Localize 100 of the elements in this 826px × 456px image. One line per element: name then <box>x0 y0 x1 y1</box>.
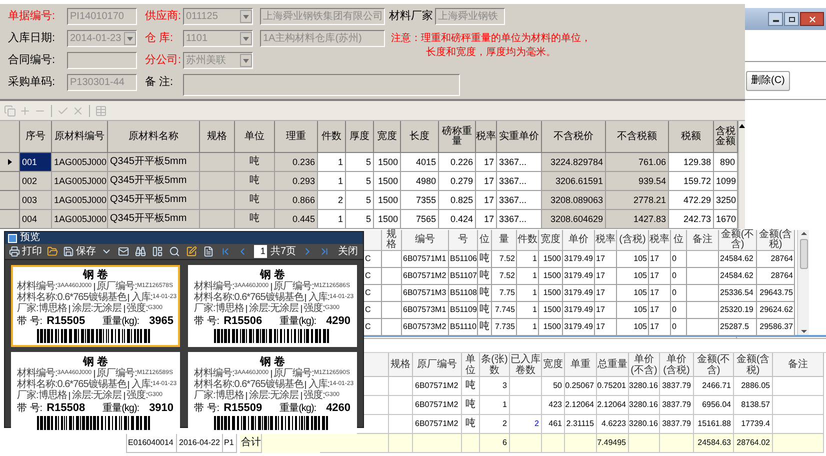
field-label: 重量(kg): <box>102 402 140 416</box>
table-cell: 939.54 <box>606 172 669 191</box>
table-cell: 17 <box>649 319 671 336</box>
field-label: 涂层: <box>248 390 270 401</box>
table-cell: 28764.02 <box>734 434 773 453</box>
field-label: 材料厂家 <box>389 8 434 24</box>
field-label: 材料编号: <box>17 368 58 379</box>
table-cell: 17 <box>476 210 497 229</box>
close-button[interactable]: 关闭 <box>335 244 361 259</box>
field-label: 入库: <box>308 379 330 390</box>
table-cell: Q345开平板5mm <box>108 172 200 191</box>
save-button[interactable]: 保存 <box>61 244 98 259</box>
field-label: 材料名称: <box>194 379 234 390</box>
table-cell: 3367... <box>497 210 542 229</box>
field-label: 入库日期: <box>8 30 56 46</box>
field-label: 入库: <box>131 379 153 390</box>
table-cell: 6 <box>480 434 510 453</box>
table-cell: 5 <box>346 210 374 229</box>
field-label: 厂家: <box>17 390 38 401</box>
table-cell: 105 <box>617 319 649 336</box>
field-label: 分公司: <box>145 53 182 68</box>
table-cell: 4980 <box>401 172 439 191</box>
table-cell: 1500 <box>539 319 563 336</box>
coil-number: R15508 <box>46 401 86 416</box>
page-count: 共7页 <box>270 244 296 259</box>
field-label: 原厂编号: <box>274 368 314 379</box>
table-cell: 5 <box>346 172 374 191</box>
table-cell: 1 <box>318 210 346 229</box>
field-value: 无涂层 <box>270 390 299 401</box>
field-label: 重量(kg): <box>102 314 140 329</box>
field-label: 材料名称: <box>17 292 58 303</box>
label-title: 钢 卷 <box>258 356 286 368</box>
table-cell: 17 <box>476 191 497 210</box>
table-cell: 7565 <box>401 210 439 229</box>
table-cell: Q345开平板5mm <box>108 191 200 210</box>
table-cell: 25287.5 <box>719 319 757 336</box>
delete-button[interactable]: 删除(C) <box>746 70 790 90</box>
print-button[interactable]: 打印 <box>7 244 44 259</box>
field-label: 合同编号: <box>8 53 56 68</box>
field-label: 仓 库: <box>145 30 174 46</box>
table-cell: 17 <box>595 319 617 336</box>
table-cell: 2 <box>318 191 346 210</box>
table-cell: 1427.83 <box>606 210 669 229</box>
table-cell: 1 <box>517 319 539 336</box>
table-cell: 吨 <box>235 153 275 172</box>
field-label: 材料名称: <box>194 292 234 303</box>
table-cell: 129.38 <box>669 153 714 172</box>
table-cell: Q345开平板5mm <box>108 153 200 172</box>
field-label: 强度: <box>126 390 148 401</box>
field-label: 强度: <box>126 303 148 314</box>
field-label: 涂层: <box>248 303 270 314</box>
field-value: 博思格 <box>215 303 244 314</box>
field-label: 材料编号: <box>17 281 58 292</box>
table-cell: 242.73 <box>669 210 714 229</box>
field-label: 重量(kg): <box>280 314 316 329</box>
table-cell: 3367... <box>497 153 542 172</box>
field-value: 0.6*765镀锡基色 <box>234 379 304 390</box>
field-label: 厂家: <box>194 303 216 314</box>
field-value: 博思格 <box>215 390 244 401</box>
table-cell: 17 <box>476 153 497 172</box>
table-cell: 3367... <box>497 191 542 210</box>
field-value: 博思格 <box>38 303 67 314</box>
table-cell: 761.06 <box>606 153 669 172</box>
field-value: 无涂层 <box>270 303 299 314</box>
table-cell: 7.49495 <box>597 434 629 453</box>
table-cell: 004 <box>20 210 52 229</box>
table-cell: 003 <box>20 191 52 210</box>
table-cell: Q345开平板5mm <box>108 210 200 229</box>
page-number-field[interactable]: 1 <box>254 245 268 258</box>
table-cell: 3224.829784 <box>542 153 606 172</box>
table-cell: 29586.37 <box>757 319 795 336</box>
table-cell: 1AG005J000 <box>52 210 108 229</box>
table-cell: B51110 <box>449 319 478 336</box>
table-cell: 3367... <box>497 172 542 191</box>
field-label: 原厂编号: <box>96 368 137 379</box>
field-label: 强度: <box>304 303 325 314</box>
table-cell: 5 <box>346 191 374 210</box>
field-value: 博思格 <box>38 390 67 401</box>
table-cell: 159.72 <box>669 172 714 191</box>
field-label: 原厂编号: <box>96 281 137 292</box>
table-cell: 24584.63 <box>694 434 734 453</box>
field-label: 带 号: <box>194 314 220 329</box>
table-cell: 0.293 <box>275 172 318 191</box>
table-cell: 0.424 <box>439 210 476 229</box>
table-cell: 17 <box>476 172 497 191</box>
weight-value: 4260 <box>326 401 351 416</box>
table-cell: 002 <box>20 172 52 191</box>
table-cell: 1500 <box>374 191 401 210</box>
field-label: 涂层: <box>72 303 94 314</box>
field-label: 采购单码: <box>8 75 56 90</box>
table-cell: 1500 <box>374 172 401 191</box>
coil-number: R15509 <box>224 401 264 416</box>
table-cell: 吨 <box>478 319 492 336</box>
note-text: 注意：理重和磅秤重量的单位为材料的单位， 长度和宽度，厚度均为毫米。 <box>391 32 591 60</box>
table-cell: 3208.604629 <box>542 210 606 229</box>
field-label: 原厂编号: <box>274 281 314 292</box>
table-cell: 0.445 <box>275 210 318 229</box>
table-cell: 吨 <box>235 191 275 210</box>
field-label: 材料名称: <box>17 379 58 390</box>
field-label: 重量(kg): <box>280 402 316 416</box>
